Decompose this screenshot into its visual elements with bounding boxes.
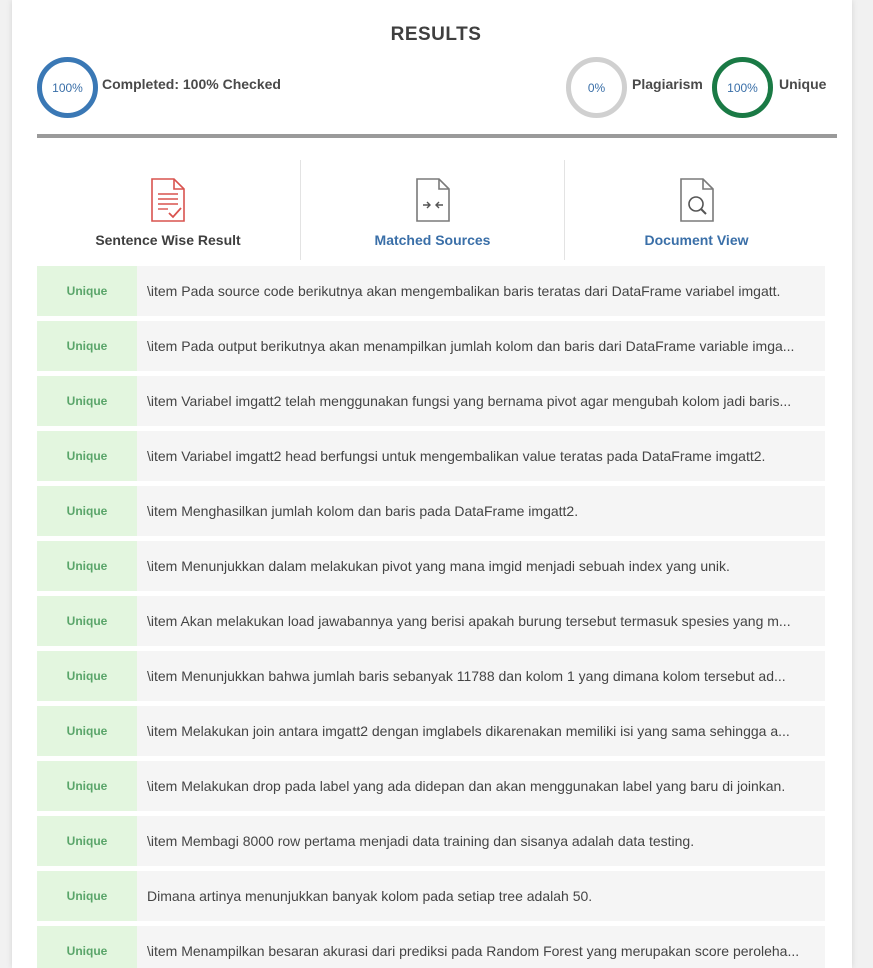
page-title: RESULTS [390,24,482,45]
sentence-text-cell: \item Membagi 8000 row pertama menjadi d… [137,816,825,866]
status-badge: Unique [37,541,137,591]
sentence-text: \item Menghasilkan jumlah kolom dan bari… [147,503,579,519]
sentence-text: \item Menunjukkan bahwa jumlah baris seb… [147,668,786,684]
status-badge: Unique [37,816,137,866]
sentence-text-cell: \item Variabel imgatt2 head berfungsi un… [137,431,825,481]
sentence-text: \item Melakukan join antara imgatt2 deng… [147,723,790,739]
sentence-text: \item Pada output berikutnya akan menamp… [147,338,795,354]
completed-label: Completed: 100% Checked [102,76,281,92]
result-row[interactable]: Unique \item Menampilkan besaran akurasi … [37,926,825,968]
unique-label: Unique [779,76,827,92]
tab-matched-sources[interactable]: Matched Sources [300,160,564,260]
plagiarism-progress-ring: 0% [566,57,627,118]
sentence-text: Dimana artinya menunjukkan banyak kolom … [147,888,593,904]
sentence-text-cell: \item Pada source code berikutnya akan m… [137,266,825,316]
completed-progress-ring: 100% [37,57,98,118]
result-row[interactable]: Unique \item Menunjukkan bahwa jumlah bar… [37,651,825,701]
document-search-icon [679,178,714,222]
result-row[interactable]: Unique \item Melakukan drop pada label ya… [37,761,825,811]
document-check-icon [151,178,185,222]
result-row[interactable]: Unique \item Membagi 8000 row pertama men… [37,816,825,866]
result-row[interactable]: Unique \item Melakukan join antara imgatt… [37,706,825,756]
status-badge: Unique [37,871,137,921]
tab-label: Document View [644,232,749,248]
sentence-text-cell: \item Variabel imgatt2 telah menggunakan… [137,376,825,426]
status-badge: Unique [37,761,137,811]
completed-percent: 100% [52,80,83,95]
document-compare-icon [415,178,450,222]
sentence-text: \item Menunjukkan dalam melakukan pivot … [147,558,730,574]
result-row[interactable]: Unique \item Menunjukkan dalam melakukan … [37,541,825,591]
sentence-text: \item Akan melakukan load jawabannya yan… [147,613,791,629]
sentence-text: \item Menampilkan besaran akurasi dari p… [147,943,800,959]
sentence-text-cell: \item Menghasilkan jumlah kolom dan bari… [137,486,825,536]
result-row[interactable]: Unique \item Pada output berikutnya akan … [37,321,825,371]
result-row[interactable]: Unique \item Menghasilkan jumlah kolom da… [37,486,825,536]
tab-sentence-wise-result[interactable]: Sentence Wise Result [37,160,299,260]
sentence-text: \item Membagi 8000 row pertama menjadi d… [147,833,695,849]
sentence-text: \item Melakukan drop pada label yang ada… [147,778,786,794]
status-badge: Unique [37,926,137,968]
status-badge: Unique [37,651,137,701]
result-row[interactable]: Unique \item Variabel imgatt2 telah mengg… [37,376,825,426]
status-badge: Unique [37,266,137,316]
unique-percent: 100% [727,80,758,95]
tab-label: Sentence Wise Result [95,232,241,248]
status-badge: Unique [37,321,137,371]
result-row[interactable]: Unique \item Variabel imgatt2 head berfun… [37,431,825,481]
plagiarism-label: Plagiarism [632,76,703,92]
result-row[interactable]: Unique \item Pada source code berikutnya … [37,266,825,316]
sentence-results-list: Unique \item Pada source code berikutnya … [37,266,825,968]
sentence-text: \item Pada source code berikutnya akan m… [147,283,781,299]
tab-label: Matched Sources [374,232,491,248]
sentence-text-cell: \item Akan melakukan load jawabannya yan… [137,596,825,646]
sentence-text-cell: Dimana artinya menunjukkan banyak kolom … [137,871,825,921]
sentence-text-cell: \item Pada output berikutnya akan menamp… [137,321,825,371]
status-badge: Unique [37,431,137,481]
sentence-text-cell: \item Melakukan join antara imgatt2 deng… [137,706,825,756]
sentence-text-cell: \item Menampilkan besaran akurasi dari p… [137,926,825,968]
status-badge: Unique [37,706,137,756]
sentence-text-cell: \item Menunjukkan dalam melakukan pivot … [137,541,825,591]
results-panel: RESULTS 100% Completed: 100% Checked 0% … [12,0,852,968]
status-badge: Unique [37,486,137,536]
tab-document-view[interactable]: Document View [564,160,828,260]
sentence-text-cell: \item Menunjukkan bahwa jumlah baris seb… [137,651,825,701]
sentence-text-cell: \item Melakukan drop pada label yang ada… [137,761,825,811]
plagiarism-percent: 0% [587,80,606,95]
progress-divider [37,134,837,138]
unique-progress-ring: 100% [712,57,773,118]
status-badge: Unique [37,596,137,646]
sentence-text: \item Variabel imgatt2 head berfungsi un… [147,448,766,464]
result-row[interactable]: Unique Dimana artinya menunjukkan banyak … [37,871,825,921]
status-badge: Unique [37,376,137,426]
sentence-text: \item Variabel imgatt2 telah menggunakan… [147,393,792,409]
result-row[interactable]: Unique \item Akan melakukan load jawabann… [37,596,825,646]
